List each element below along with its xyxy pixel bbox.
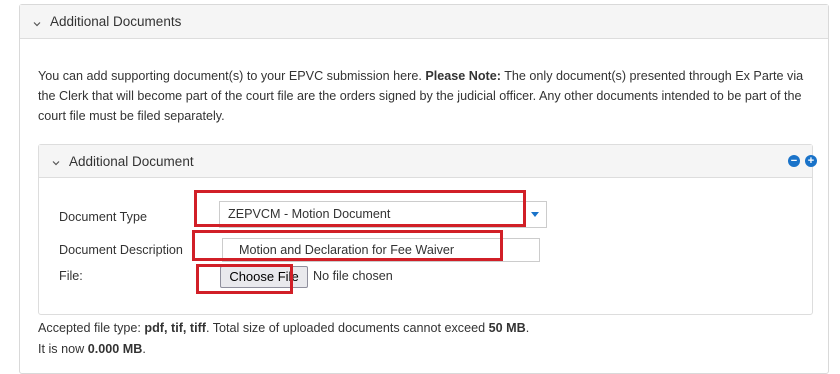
current-size-text: It is now 0.000 MB. (38, 342, 146, 356)
size-end: . (525, 321, 530, 335)
additional-documents-panel: Additional Documents You can add support… (19, 4, 829, 374)
dropdown-caret-icon[interactable] (523, 202, 546, 227)
please-note-label: Please Note: (425, 69, 501, 83)
accepted-file-types-text: Accepted file type: pdf, tif, tiff. Tota… (38, 321, 529, 335)
current-size-value: 0.000 MB (87, 342, 143, 356)
panel-subtitle: Additional Document (69, 153, 194, 169)
add-document-button[interactable]: + (805, 155, 817, 167)
intro-text: You can add supporting document(s) to yo… (38, 66, 813, 126)
highlight-document-description (192, 230, 503, 261)
now-prefix: It is now (38, 342, 88, 356)
size-limit: 50 MB (488, 321, 526, 335)
highlight-choose-file (196, 264, 293, 294)
additional-documents-header[interactable]: Additional Documents (20, 5, 828, 39)
accepted-prefix: Accepted file type: (38, 321, 145, 335)
chevron-down-icon (32, 17, 42, 27)
additional-document-panel: Additional Document − + Document Type ZE… (38, 144, 817, 315)
accepted-types: pdf, tif, tiff (144, 321, 206, 335)
now-end: . (142, 342, 146, 356)
document-type-label: Document Type (59, 210, 147, 224)
remove-document-button[interactable]: − (788, 155, 800, 167)
size-text: . Total size of uploaded documents canno… (205, 321, 489, 335)
intro-text-start: You can add supporting document(s) to yo… (38, 69, 426, 83)
additional-document-header[interactable]: Additional Document − + (39, 145, 817, 178)
highlight-document-type (194, 190, 526, 227)
chevron-down-icon (51, 156, 61, 166)
file-label: File: (59, 269, 83, 283)
panel-title: Additional Documents (50, 14, 182, 29)
document-description-label: Document Description (59, 243, 183, 257)
file-status: No file chosen (313, 269, 393, 283)
